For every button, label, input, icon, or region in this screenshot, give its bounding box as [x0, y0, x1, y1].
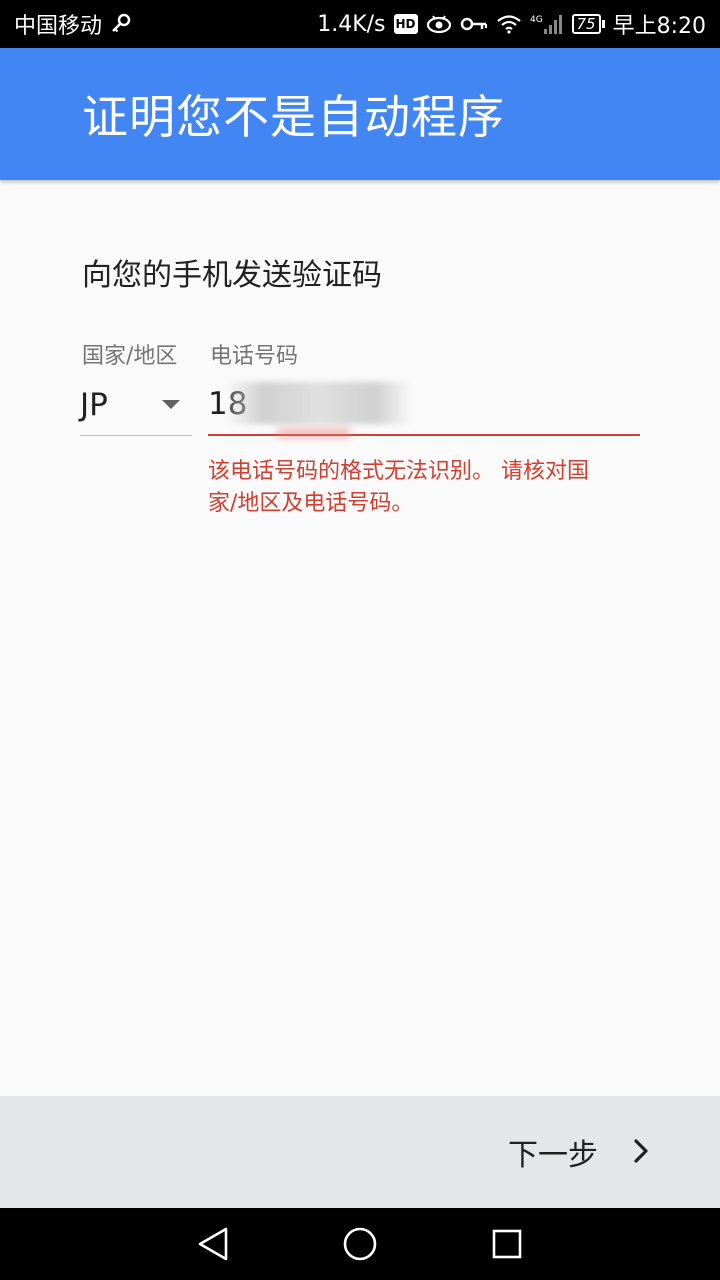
form-subtitle: 向您的手机发送验证码 — [82, 258, 382, 293]
back-icon — [199, 1227, 228, 1261]
hd-icon: HD — [393, 14, 418, 34]
country-value: JP — [80, 386, 108, 423]
network-speed: 1.4K/s — [317, 11, 386, 37]
clock: 早上8:20 — [612, 14, 706, 39]
country-select[interactable]: JP — [80, 374, 192, 436]
carrier-name: 中国移动 — [14, 14, 103, 39]
redaction-blur-shadow — [278, 428, 350, 438]
back-button[interactable] — [183, 1214, 243, 1274]
wifi-icon — [496, 14, 522, 34]
phone-input[interactable] — [208, 386, 640, 422]
key-icon — [110, 13, 132, 35]
action-bar: 下一步 — [0, 1096, 720, 1208]
phone-field — [208, 374, 640, 438]
recents-button[interactable] — [477, 1214, 537, 1274]
country-label: 国家/地区 — [82, 344, 178, 369]
eye-icon — [426, 14, 452, 34]
next-button[interactable]: 下一步 — [508, 1130, 650, 1174]
battery-level: 75 — [571, 14, 601, 34]
phone-error-message: 该电话号码的格式无法识别。 请核对国家/地区及电话号码。 — [208, 459, 589, 516]
system-nav-bar — [0, 1208, 720, 1280]
status-left: 中国移动 — [14, 8, 132, 40]
battery-tip — [601, 20, 605, 28]
battery-icon: 75 — [571, 14, 605, 34]
home-icon — [343, 1227, 377, 1261]
verification-form: 向您的手机发送验证码 国家/地区 电话号码 JP 该电话号码的格式无法识别。 请… — [0, 180, 720, 1096]
status-bar: 中国移动 1.4K/s HD 4G 75 早上8:20 — [0, 0, 720, 48]
recents-icon — [492, 1229, 521, 1259]
phone-label: 电话号码 — [210, 344, 299, 369]
dropdown-arrow-icon — [162, 400, 180, 409]
signal-icon: 4G — [530, 13, 564, 35]
app-bar: 证明您不是自动程序 — [0, 48, 720, 180]
chevron-right-icon — [632, 1138, 650, 1167]
vpn-key-icon — [460, 16, 488, 32]
home-button[interactable] — [330, 1214, 390, 1274]
status-right: 1.4K/s HD 4G 75 早上8:20 — [317, 8, 706, 40]
network-type: 4G — [530, 15, 543, 25]
page-title: 证明您不是自动程序 — [82, 90, 505, 144]
next-button-label: 下一步 — [508, 1138, 598, 1173]
